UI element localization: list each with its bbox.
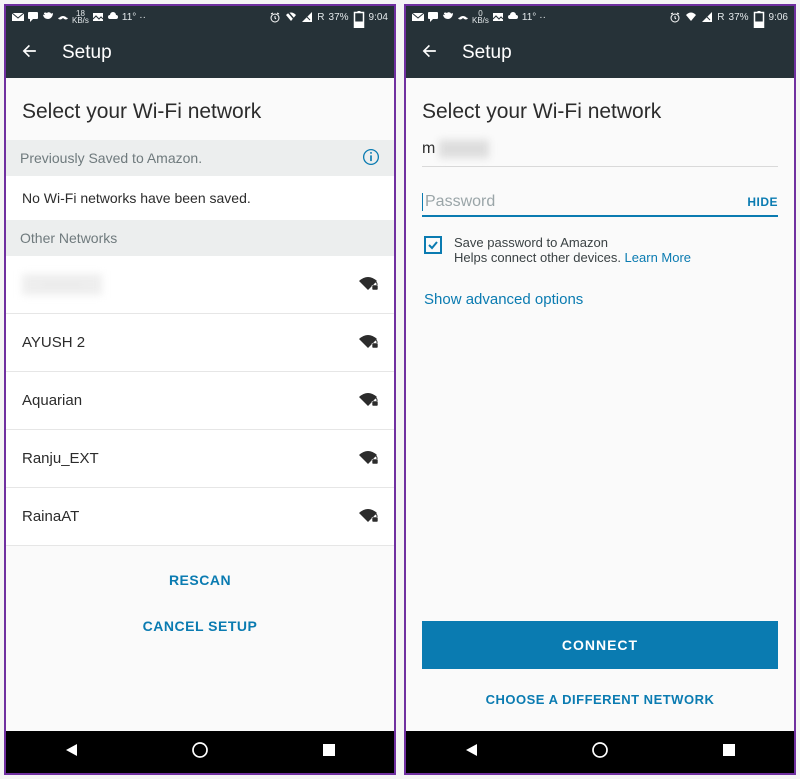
mustache-icon (57, 11, 69, 23)
twitter-icon (42, 11, 54, 23)
saved-section-header: Previously Saved to Amazon. (6, 140, 394, 176)
selected-ssid: m (406, 140, 794, 162)
wifi-lock-icon (358, 391, 378, 411)
mustache-icon (457, 11, 469, 23)
no-saved-message: No Wi-Fi networks have been saved. (6, 176, 394, 220)
twitter-icon (442, 11, 454, 23)
cancel-setup-button[interactable]: CANCEL SETUP (143, 606, 258, 646)
nav-back-icon[interactable] (62, 741, 80, 764)
wifi-lock-icon (358, 333, 378, 353)
android-nav-bar (406, 731, 794, 773)
messages-icon (427, 11, 439, 23)
password-field-row: HIDE (422, 193, 778, 217)
info-icon[interactable] (362, 148, 380, 169)
password-input[interactable] (425, 193, 747, 211)
nav-back-icon[interactable] (462, 741, 480, 764)
ssid-prefix: m (422, 140, 435, 158)
text-cursor (422, 193, 423, 211)
save-password-text: Save password to Amazon Helps connect ot… (454, 235, 691, 265)
wifi-status-icon (285, 11, 297, 23)
header-title: Setup (62, 42, 112, 64)
back-icon[interactable] (420, 41, 440, 66)
roaming-label: R (717, 12, 724, 23)
battery-pct: 37% (329, 12, 349, 23)
hide-button[interactable]: HIDE (747, 195, 778, 209)
nav-recent-icon[interactable] (720, 741, 738, 764)
alarm-icon (669, 11, 681, 23)
connect-button[interactable]: CONNECT (422, 621, 778, 669)
app-header: Setup (6, 28, 394, 78)
network-row[interactable]: RainaAT (6, 488, 394, 546)
saved-header-label: Previously Saved to Amazon. (20, 150, 202, 166)
data-rate: 18KB/s (72, 10, 89, 24)
cloud-icon (107, 11, 119, 23)
learn-more-link[interactable]: Learn More (625, 250, 691, 265)
status-time: 9:04 (369, 12, 388, 23)
status-dots: ·· (539, 12, 546, 23)
network-name: AYUSH 2 (22, 334, 85, 351)
status-time: 9:06 (769, 12, 788, 23)
back-icon[interactable] (20, 41, 40, 66)
status-temp: 11° (122, 12, 136, 23)
save-password-row: Save password to Amazon Helps connect ot… (406, 217, 794, 265)
status-bar: 18KB/s 11° ·· R 37% 9:04 (6, 6, 394, 28)
header-title: Setup (462, 42, 512, 64)
content-area: Select your Wi-Fi network Previously Sav… (6, 78, 394, 731)
data-rate: 0KB/s (472, 10, 489, 24)
wifi-lock-icon (358, 507, 378, 527)
save-password-line2: Helps connect other devices. Learn More (454, 250, 691, 265)
picture-icon (492, 11, 504, 23)
right-screen: 0KB/s 11° ·· R 37% 9:06 Setup Select you… (404, 4, 796, 775)
nav-recent-icon[interactable] (320, 741, 338, 764)
page-title: Select your Wi-Fi network (6, 78, 394, 140)
roaming-label: R (317, 12, 324, 23)
network-name: Aquarian (22, 392, 82, 409)
app-header: Setup (406, 28, 794, 78)
bottom-actions: CONNECT CHOOSE A DIFFERENT NETWORK (406, 621, 794, 731)
alarm-icon (269, 11, 281, 23)
other-header-label: Other Networks (20, 230, 117, 246)
network-name: RainaAT (22, 508, 79, 525)
android-nav-bar (6, 731, 394, 773)
network-row[interactable]: AYUSH 2 (6, 314, 394, 372)
rescan-button[interactable]: RESCAN (169, 560, 231, 600)
nav-home-icon[interactable] (591, 741, 609, 764)
battery-pct: 37% (729, 12, 749, 23)
wifi-status-icon (685, 11, 697, 23)
gmail-icon (412, 11, 424, 23)
gmail-icon (12, 11, 24, 23)
page-title: Select your Wi-Fi network (406, 78, 794, 140)
signal-icon (701, 11, 713, 23)
network-row[interactable]: ········ (6, 256, 394, 314)
network-row[interactable]: Aquarian (6, 372, 394, 430)
battery-icon (353, 11, 365, 23)
wifi-lock-icon (358, 275, 378, 295)
footer-actions: RESCAN CANCEL SETUP (6, 546, 394, 656)
messages-icon (27, 11, 39, 23)
save-password-checkbox[interactable] (424, 236, 442, 254)
advanced-options-link[interactable]: Show advanced options (406, 265, 794, 308)
status-dots: ·· (139, 12, 146, 23)
wifi-lock-icon (358, 449, 378, 469)
status-temp: 11° (522, 12, 536, 23)
divider (422, 166, 778, 167)
signal-icon (301, 11, 313, 23)
choose-different-network-button[interactable]: CHOOSE A DIFFERENT NETWORK (486, 681, 715, 717)
ssid-redacted (439, 140, 489, 158)
nav-home-icon[interactable] (191, 741, 209, 764)
network-row[interactable]: Ranju_EXT (6, 430, 394, 488)
network-name: Ranju_EXT (22, 450, 99, 467)
content-area: Select your Wi-Fi network m HIDE Save pa… (406, 78, 794, 731)
save-password-line1: Save password to Amazon (454, 235, 691, 250)
other-networks-header: Other Networks (6, 220, 394, 256)
picture-icon (92, 11, 104, 23)
battery-icon (753, 11, 765, 23)
cloud-icon (507, 11, 519, 23)
status-bar: 0KB/s 11° ·· R 37% 9:06 (406, 6, 794, 28)
network-name: ········ (22, 274, 102, 295)
left-screen: 18KB/s 11° ·· R 37% 9:04 Setup Select yo… (4, 4, 396, 775)
